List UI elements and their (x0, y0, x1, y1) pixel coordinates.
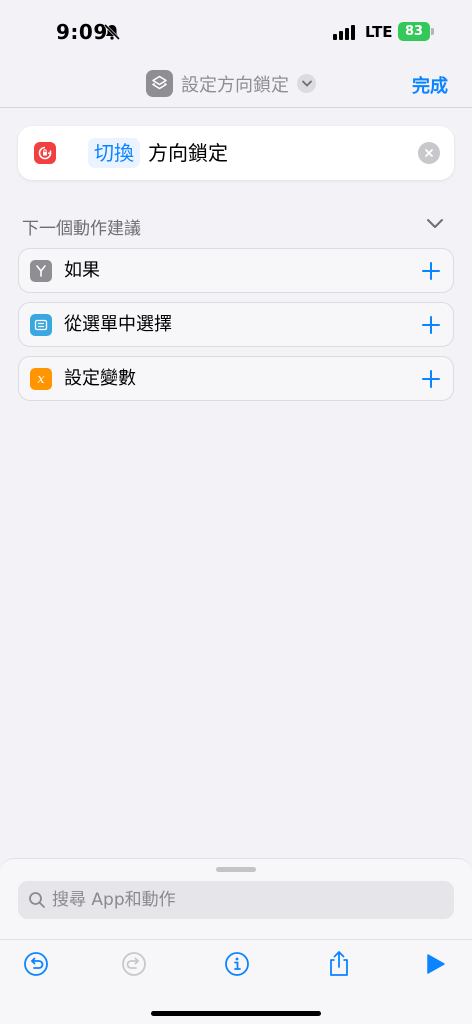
suggestion-label: 從選單中選擇 (64, 314, 172, 335)
shortcuts-app-icon (146, 70, 173, 97)
suggestion-label: 如果 (64, 260, 100, 281)
nav-bar: 設定方向鎖定 完成 (0, 60, 472, 108)
signal-icon (333, 24, 355, 40)
chevron-down-icon[interactable] (297, 74, 316, 93)
variable-icon: x (30, 368, 52, 390)
close-icon[interactable] (418, 142, 440, 164)
battery-icon: 83 (398, 22, 434, 41)
done-button[interactable]: 完成 (412, 72, 448, 98)
search-input[interactable]: 搜尋 App和動作 (18, 881, 454, 919)
share-icon[interactable] (325, 950, 353, 978)
suggestions-header: 下一個動作建議 (22, 219, 141, 239)
redo-icon[interactable] (120, 950, 148, 978)
branch-icon (30, 260, 52, 282)
plus-icon[interactable] (419, 259, 443, 283)
search-icon (29, 892, 45, 908)
undo-icon[interactable] (22, 950, 50, 978)
chevron-down-icon[interactable] (426, 218, 444, 230)
menu-list-icon (30, 314, 52, 336)
suggestion-choose-from-menu[interactable]: 從選單中選擇 (18, 302, 454, 347)
suggestion-set-variable[interactable]: x 設定變數 (18, 356, 454, 401)
info-icon[interactable] (223, 950, 251, 978)
status-bar: 9:09 LTE 83 (0, 0, 472, 60)
play-icon[interactable] (421, 950, 449, 978)
home-indicator (151, 1011, 321, 1016)
shortcut-title-menu[interactable]: 設定方向鎖定 (146, 70, 316, 97)
bottom-sheet: 搜尋 App和動作 (0, 858, 472, 1024)
plus-icon[interactable] (419, 313, 443, 337)
search-placeholder: 搜尋 App和動作 (52, 890, 176, 910)
suggestion-list: 如果 從選單中選擇 x 設定變數 (18, 248, 454, 410)
orientation-lock-icon (34, 142, 56, 164)
toolbar (0, 939, 472, 987)
nav-title: 設定方向鎖定 (181, 74, 289, 96)
suggestion-if[interactable]: 如果 (18, 248, 454, 293)
sheet-grabber[interactable] (216, 867, 256, 872)
status-time: 9:09 (56, 20, 108, 44)
network-type: LTE (365, 23, 393, 41)
plus-icon[interactable] (419, 367, 443, 391)
action-label: 方向鎖定 (148, 141, 228, 165)
bell-slash-icon (103, 23, 121, 41)
suggestion-label: 設定變數 (64, 368, 136, 389)
battery-level: 83 (398, 22, 430, 41)
toggle-parameter[interactable]: 切換 (88, 138, 140, 168)
action-card[interactable]: 切換 方向鎖定 (18, 126, 454, 180)
